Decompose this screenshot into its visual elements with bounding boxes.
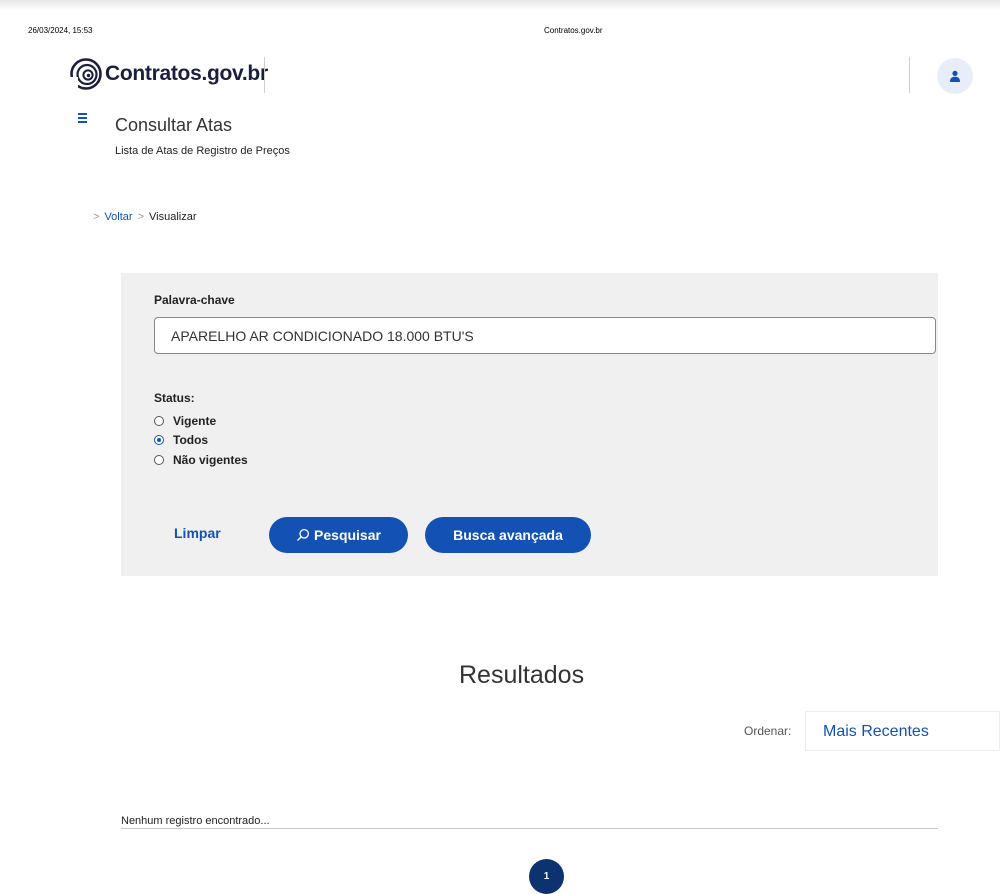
order-select[interactable]: Mais Recentes [805, 711, 1000, 751]
logo-text: Contratos.gov.br [105, 62, 268, 85]
page-subtitle: Lista de Atas de Registro de Preços [115, 145, 290, 157]
keyword-label: Palavra-chave [154, 293, 235, 307]
status-option-nao-vigentes[interactable]: Não vigentes [154, 453, 248, 467]
empty-results-message: Nenhum registro encontrado... [121, 815, 938, 829]
user-icon [950, 70, 960, 82]
status-option-label: Todos [173, 433, 209, 447]
search-button[interactable]: Pesquisar [269, 517, 408, 553]
search-icon [297, 528, 310, 541]
chevron-right-icon: > [93, 211, 100, 223]
site-logo[interactable]: Contratos.gov.br [69, 56, 268, 92]
results-title: Resultados [459, 661, 585, 689]
chevron-right-icon: > [137, 211, 145, 223]
top-shadow [0, 0, 1000, 10]
page-title: Consultar Atas [115, 115, 233, 135]
print-site-name: Contratos.gov.br [544, 26, 603, 35]
pagination-page-button[interactable]: 1 [529, 859, 564, 894]
radio-button-checked[interactable] [154, 435, 164, 445]
status-label: Status: [154, 391, 195, 405]
status-option-label: Vigente [173, 414, 217, 428]
search-button-label: Pesquisar [314, 527, 381, 543]
status-option-label: Não vigentes [173, 453, 248, 467]
hamburger-menu-icon[interactable] [78, 111, 92, 125]
clear-button[interactable]: Limpar [174, 525, 221, 541]
breadcrumb: > Voltar > Visualizar [88, 211, 197, 223]
order-label: Ordenar: [744, 724, 792, 738]
radio-button[interactable] [154, 416, 164, 426]
advanced-search-button[interactable]: Busca avançada [425, 517, 591, 553]
radio-button[interactable] [154, 455, 164, 465]
header-divider-right [909, 57, 910, 93]
breadcrumb-current: Visualizar [149, 211, 197, 223]
keyword-input[interactable] [154, 317, 936, 354]
print-datetime: 26/03/2024, 15:53 [28, 26, 93, 35]
user-button[interactable] [937, 58, 973, 94]
gov-swirl-logo-icon [69, 58, 102, 91]
status-option-vigente[interactable]: Vigente [154, 414, 216, 428]
breadcrumb-back-link[interactable]: Voltar [104, 211, 132, 223]
status-option-todos[interactable]: Todos [154, 433, 208, 447]
header-divider [264, 57, 265, 93]
search-panel: Palavra-chave Status: Vigente Todos Não … [121, 273, 938, 576]
